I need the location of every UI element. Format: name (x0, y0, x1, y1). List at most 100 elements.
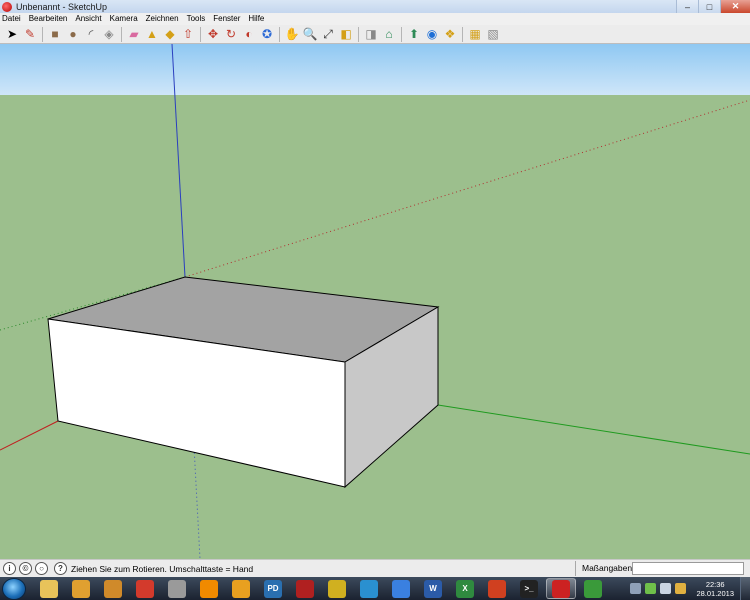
menu-fenster[interactable]: Fenster (213, 13, 240, 25)
taskbar-app-gear-button[interactable] (98, 578, 128, 599)
help-info-icon[interactable]: i (3, 562, 16, 575)
share-model-button[interactable]: ⬆ (405, 26, 423, 43)
google-earth-button[interactable]: ◉ (423, 26, 441, 43)
make-component-button[interactable]: ◈ (100, 26, 118, 43)
get-models-button[interactable]: ⌂ (380, 26, 398, 43)
clock[interactable]: 22:36 28.01.2013 (696, 580, 734, 598)
clock-time: 22:36 (705, 579, 725, 589)
tape-measure-button[interactable]: ▲ (143, 26, 161, 43)
scene-canvas[interactable] (0, 44, 750, 559)
tray-flag-icon[interactable] (675, 583, 687, 594)
zoom-tool-button[interactable]: 🔍 (301, 26, 319, 43)
menu-kamera[interactable]: Kamera (110, 13, 138, 25)
menu-datei[interactable]: Datei (2, 13, 21, 25)
toolbar-separator (462, 26, 463, 42)
pan-tool-icon: ✋ (284, 27, 300, 41)
vlc-icon (200, 579, 218, 598)
menu-zeichnen[interactable]: Zeichnen (146, 13, 179, 25)
taskbar-app-feather-button[interactable] (386, 578, 416, 599)
model-viewport[interactable] (0, 44, 750, 559)
filezilla-icon (232, 579, 250, 598)
push-pull-tool-button[interactable]: ⇧ (179, 26, 197, 43)
taskbar-sketchup-button[interactable] (546, 578, 576, 599)
taskbar-explorer-button[interactable] (34, 578, 64, 599)
eraser-tool-button[interactable]: ▰ (125, 26, 143, 43)
make-component-icon: ◈ (104, 27, 114, 41)
main-toolbar: ➤ ✎ ■ ● ◜ ◈ ▰ ▲ ◆ ⇧ ✥ ↻ ◐ ✪ ✋ 🔍 ⤢ ◧ ◨ ⌂ ⬆ ◉ ❖ ▦ ▧ (0, 25, 750, 44)
maximize-button[interactable]: □ (698, 0, 720, 13)
arc-tool-button[interactable]: ◜ (82, 26, 100, 43)
arc-tool-icon: ◜ (88, 27, 94, 41)
taskbar-browser-button[interactable] (66, 578, 96, 599)
toolbar-separator (42, 26, 43, 42)
styles-button[interactable]: ▧ (484, 26, 502, 43)
start-button[interactable] (2, 577, 26, 600)
status-divider (575, 561, 576, 576)
taskbar-app-green-button[interactable] (578, 578, 608, 599)
paint-bucket-button[interactable]: ◆ (161, 26, 179, 43)
sky (0, 44, 750, 95)
minimize-button[interactable]: – (676, 0, 698, 13)
app-blue-icon (360, 579, 378, 598)
taskbar-app-red-button[interactable] (290, 578, 320, 599)
taskbar-apps: PD W X >_ (32, 578, 608, 599)
taskbar-app-fox-button[interactable] (482, 578, 512, 599)
taskbar-word-button[interactable]: W (418, 578, 448, 599)
taskbar-pdf-button[interactable]: PD (258, 578, 288, 599)
materials-icon: ▦ (469, 27, 481, 41)
tray-network-icon[interactable] (645, 583, 657, 594)
menu-bearbeiten[interactable]: Bearbeiten (29, 13, 68, 25)
get-models-icon: ⌂ (385, 27, 393, 41)
toolbar-separator (200, 26, 201, 42)
rectangle-tool-button[interactable]: ■ (46, 26, 64, 43)
measurements-input[interactable] (632, 562, 744, 575)
taskbar-chrome-button[interactable] (130, 578, 160, 599)
eraser-tool-icon: ▰ (129, 27, 139, 41)
tape-measure-icon: ▲ (146, 27, 158, 41)
next-view-button[interactable]: ◨ (362, 26, 380, 43)
circle-tool-icon: ● (69, 27, 77, 41)
menu-hilfe[interactable]: Hilfe (248, 13, 264, 25)
select-tool-button[interactable]: ➤ (3, 26, 21, 43)
orbit-tool-button[interactable]: ✪ (258, 26, 276, 43)
rotate-tool-icon: ↻ (225, 27, 237, 41)
rotate-tool-button[interactable]: ↻ (222, 26, 240, 43)
taskbar-filezilla-button[interactable] (226, 578, 256, 599)
line-tool-button[interactable]: ✎ (21, 26, 39, 43)
sketchup-logo-icon (2, 1, 12, 12)
menu-ansicht[interactable]: Ansicht (75, 13, 101, 25)
taskbar-excel-button[interactable]: X (450, 578, 480, 599)
menu-tools[interactable]: Tools (187, 13, 206, 25)
geolocation-icon[interactable]: ○ (35, 562, 48, 575)
taskbar-terminal-button[interactable]: >_ (514, 578, 544, 599)
title-bar: Unbenannt - SketchUp – □ ✕ (0, 0, 750, 13)
tray-volume-icon[interactable] (660, 583, 672, 594)
tray-up-arrow-icon[interactable] (630, 583, 642, 594)
taskbar-app-yellow-button[interactable] (322, 578, 352, 599)
components-button[interactable]: ❖ (441, 26, 459, 43)
line-tool-icon: ✎ (24, 27, 36, 41)
zoom-tool-icon: 🔍 (302, 27, 318, 41)
previous-view-button[interactable]: ◧ (337, 26, 355, 43)
paint-bucket-icon: ◆ (165, 27, 175, 41)
windows-taskbar: PD W X >_ 22:36 28.01.2013 (0, 577, 750, 600)
share-model-icon: ⬆ (408, 27, 420, 41)
styles-icon: ▧ (487, 27, 499, 41)
offset-tool-icon: ◐ (245, 27, 253, 41)
excel-icon: X (456, 579, 474, 598)
show-desktop-button[interactable] (740, 577, 750, 600)
question-icon[interactable]: ? (54, 562, 67, 575)
materials-button[interactable]: ▦ (466, 26, 484, 43)
circle-tool-button[interactable]: ● (64, 26, 82, 43)
toolbar-separator (279, 26, 280, 42)
taskbar-media-disc-button[interactable] (162, 578, 192, 599)
zoom-extents-button[interactable]: ⤢ (319, 26, 337, 43)
move-tool-button[interactable]: ✥ (204, 26, 222, 43)
offset-tool-button[interactable]: ◐ (240, 26, 258, 43)
pan-tool-button[interactable]: ✋ (283, 26, 301, 43)
close-button[interactable]: ✕ (720, 0, 750, 13)
credits-icon[interactable]: © (19, 562, 32, 575)
push-pull-tool-icon: ⇧ (182, 27, 194, 41)
taskbar-app-blue-button[interactable] (354, 578, 384, 599)
taskbar-vlc-button[interactable] (194, 578, 224, 599)
